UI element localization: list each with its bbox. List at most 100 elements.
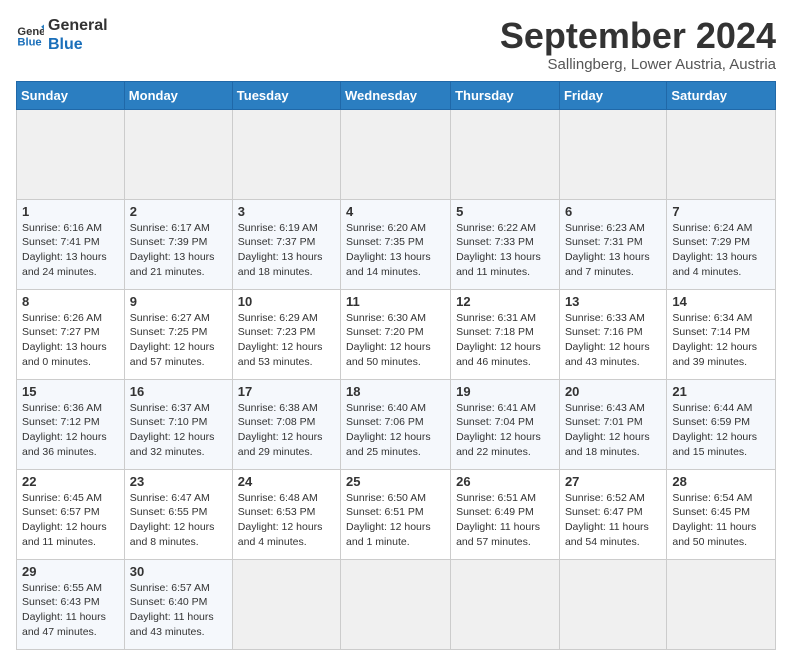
day-info: Sunrise: 6:55 AM bbox=[22, 581, 119, 596]
day-info: Daylight: 12 hours and 8 minutes. bbox=[130, 520, 227, 549]
week-row-2: 1Sunrise: 6:16 AMSunset: 7:41 PMDaylight… bbox=[17, 199, 776, 289]
calendar-cell: 30 Sunrise: 6:57 AMSunset: 6:40 PMDayligh… bbox=[124, 559, 232, 649]
day-info: Sunrise: 6:19 AM bbox=[238, 221, 335, 236]
day-info: Sunrise: 6:50 AM bbox=[346, 491, 445, 506]
day-info: Daylight: 12 hours and 11 minutes. bbox=[22, 520, 119, 549]
day-info: Daylight: 13 hours and 7 minutes. bbox=[565, 250, 661, 279]
day-info: Sunrise: 6:31 AM bbox=[456, 311, 554, 326]
day-info: Sunset: 7:18 PM bbox=[456, 325, 554, 340]
weekday-header-tuesday: Tuesday bbox=[232, 81, 340, 109]
day-info: Daylight: 13 hours and 24 minutes. bbox=[22, 250, 119, 279]
calendar-cell bbox=[451, 109, 560, 199]
calendar-cell: 13Sunrise: 6:33 AMSunset: 7:16 PMDayligh… bbox=[559, 289, 666, 379]
calendar-cell: 4Sunrise: 6:20 AMSunset: 7:35 PMDaylight… bbox=[341, 199, 451, 289]
calendar-cell: 17Sunrise: 6:38 AMSunset: 7:08 PMDayligh… bbox=[232, 379, 340, 469]
day-info: Daylight: 11 hours and 43 minutes. bbox=[130, 610, 227, 639]
day-info: Daylight: 12 hours and 32 minutes. bbox=[130, 430, 227, 459]
day-info: Daylight: 11 hours and 50 minutes. bbox=[672, 520, 770, 549]
week-row-5: 22Sunrise: 6:45 AMSunset: 6:57 PMDayligh… bbox=[17, 469, 776, 559]
calendar-cell: 10Sunrise: 6:29 AMSunset: 7:23 PMDayligh… bbox=[232, 289, 340, 379]
day-info: Daylight: 12 hours and 25 minutes. bbox=[346, 430, 445, 459]
calendar-cell: 16Sunrise: 6:37 AMSunset: 7:10 PMDayligh… bbox=[124, 379, 232, 469]
day-number: 26 bbox=[456, 474, 554, 489]
calendar-cell: 25 Sunrise: 6:50 AMSunset: 6:51 PMDayligh… bbox=[341, 469, 451, 559]
day-info: Sunrise: 6:57 AM bbox=[130, 581, 227, 596]
logo: General Blue General Blue bbox=[16, 16, 108, 54]
day-info: Daylight: 12 hours and 39 minutes. bbox=[672, 340, 770, 369]
day-info: Daylight: 12 hours and 18 minutes. bbox=[565, 430, 661, 459]
day-info: Sunrise: 6:51 AM bbox=[456, 491, 554, 506]
day-info: Sunset: 6:40 PM bbox=[130, 595, 227, 610]
calendar-cell bbox=[341, 559, 451, 649]
weekday-header-row: SundayMondayTuesdayWednesdayThursdayFrid… bbox=[17, 81, 776, 109]
day-number: 19 bbox=[456, 384, 554, 399]
day-info: Sunset: 7:27 PM bbox=[22, 325, 119, 340]
day-info: Daylight: 13 hours and 4 minutes. bbox=[672, 250, 770, 279]
calendar-cell: 1Sunrise: 6:16 AMSunset: 7:41 PMDaylight… bbox=[17, 199, 125, 289]
day-info: Daylight: 13 hours and 21 minutes. bbox=[130, 250, 227, 279]
day-info: Sunrise: 6:34 AM bbox=[672, 311, 770, 326]
day-info: Daylight: 12 hours and 1 minute. bbox=[346, 520, 445, 549]
calendar-cell: 3Sunrise: 6:19 AMSunset: 7:37 PMDaylight… bbox=[232, 199, 340, 289]
day-info: Sunrise: 6:16 AM bbox=[22, 221, 119, 236]
day-info: Sunrise: 6:20 AM bbox=[346, 221, 445, 236]
calendar-cell: 28Sunrise: 6:54 AMSunset: 6:45 PMDayligh… bbox=[667, 469, 776, 559]
day-info: Sunset: 6:47 PM bbox=[565, 505, 661, 520]
logo-icon: General Blue bbox=[16, 21, 44, 49]
day-number: 12 bbox=[456, 294, 554, 309]
calendar-cell: 19Sunrise: 6:41 AMSunset: 7:04 PMDayligh… bbox=[451, 379, 560, 469]
day-info: Sunrise: 6:26 AM bbox=[22, 311, 119, 326]
day-info: Sunset: 7:20 PM bbox=[346, 325, 445, 340]
day-info: Sunrise: 6:41 AM bbox=[456, 401, 554, 416]
calendar-cell bbox=[341, 109, 451, 199]
day-info: Daylight: 11 hours and 57 minutes. bbox=[456, 520, 554, 549]
day-info: Sunset: 7:35 PM bbox=[346, 235, 445, 250]
day-number: 2 bbox=[130, 204, 227, 219]
day-info: Sunset: 7:16 PM bbox=[565, 325, 661, 340]
weekday-header-wednesday: Wednesday bbox=[341, 81, 451, 109]
day-number: 30 bbox=[130, 564, 227, 579]
day-info: Sunrise: 6:23 AM bbox=[565, 221, 661, 236]
day-number: 4 bbox=[346, 204, 445, 219]
calendar-cell: 24Sunrise: 6:48 AMSunset: 6:53 PMDayligh… bbox=[232, 469, 340, 559]
calendar-cell bbox=[451, 559, 560, 649]
weekday-header-saturday: Saturday bbox=[667, 81, 776, 109]
day-info: Sunrise: 6:48 AM bbox=[238, 491, 335, 506]
week-row-1 bbox=[17, 109, 776, 199]
day-number: 25 bbox=[346, 474, 445, 489]
calendar-cell bbox=[124, 109, 232, 199]
day-info: Sunset: 7:12 PM bbox=[22, 415, 119, 430]
logo-blue: Blue bbox=[48, 35, 108, 54]
day-number: 20 bbox=[565, 384, 661, 399]
day-number: 15 bbox=[22, 384, 119, 399]
day-info: Sunrise: 6:29 AM bbox=[238, 311, 335, 326]
day-number: 27 bbox=[565, 474, 661, 489]
calendar-cell bbox=[559, 109, 666, 199]
day-info: Sunrise: 6:27 AM bbox=[130, 311, 227, 326]
day-number: 28 bbox=[672, 474, 770, 489]
day-info: Sunset: 6:55 PM bbox=[130, 505, 227, 520]
day-info: Sunrise: 6:33 AM bbox=[565, 311, 661, 326]
calendar-cell: 21Sunrise: 6:44 AMSunset: 6:59 PMDayligh… bbox=[667, 379, 776, 469]
day-info: Sunset: 7:23 PM bbox=[238, 325, 335, 340]
day-number: 22 bbox=[22, 474, 119, 489]
day-info: Sunset: 7:14 PM bbox=[672, 325, 770, 340]
day-info: Sunset: 6:43 PM bbox=[22, 595, 119, 610]
day-info: Sunrise: 6:38 AM bbox=[238, 401, 335, 416]
day-info: Sunrise: 6:30 AM bbox=[346, 311, 445, 326]
day-number: 23 bbox=[130, 474, 227, 489]
day-info: Sunset: 6:51 PM bbox=[346, 505, 445, 520]
location-title: Sallingberg, Lower Austria, Austria bbox=[500, 56, 776, 73]
calendar-cell: 23Sunrise: 6:47 AMSunset: 6:55 PMDayligh… bbox=[124, 469, 232, 559]
day-number: 8 bbox=[22, 294, 119, 309]
day-number: 17 bbox=[238, 384, 335, 399]
calendar-cell bbox=[232, 559, 340, 649]
calendar-cell: 22Sunrise: 6:45 AMSunset: 6:57 PMDayligh… bbox=[17, 469, 125, 559]
day-number: 7 bbox=[672, 204, 770, 219]
day-info: Sunset: 7:37 PM bbox=[238, 235, 335, 250]
day-number: 16 bbox=[130, 384, 227, 399]
day-number: 6 bbox=[565, 204, 661, 219]
day-number: 29 bbox=[22, 564, 119, 579]
title-area: September 2024 Sallingberg, Lower Austri… bbox=[500, 16, 776, 73]
day-info: Sunset: 7:10 PM bbox=[130, 415, 227, 430]
